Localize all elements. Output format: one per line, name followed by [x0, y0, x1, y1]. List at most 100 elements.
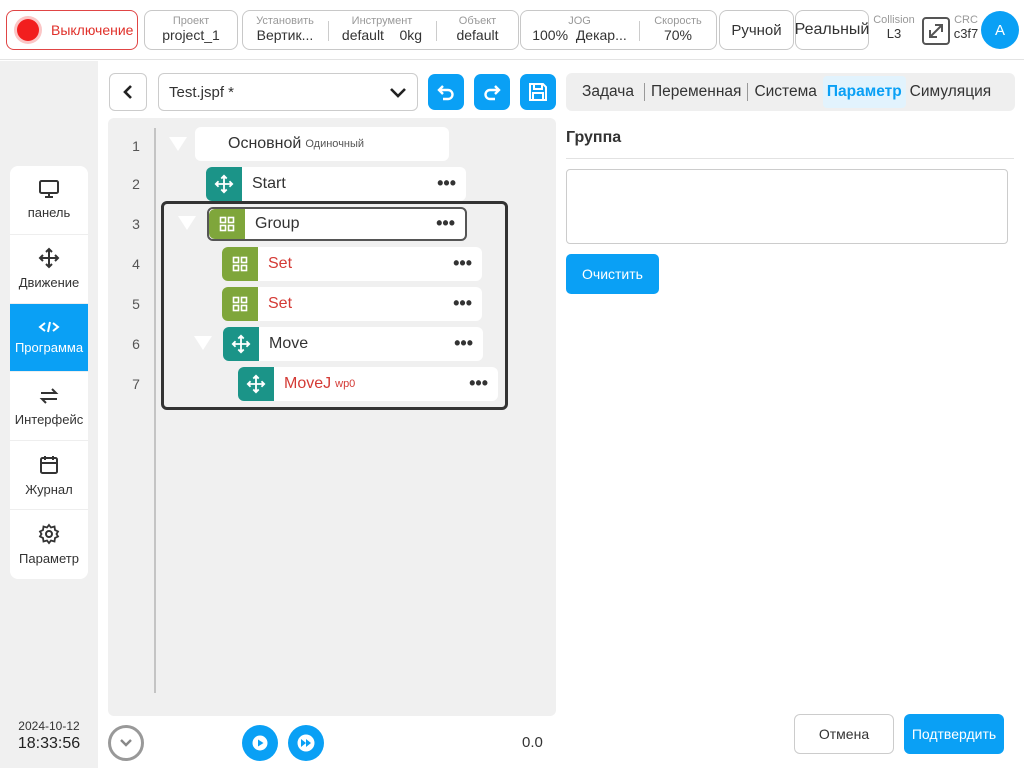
- redo-icon: [484, 85, 501, 101]
- back-button[interactable]: [109, 73, 147, 111]
- node-label: Move: [269, 335, 309, 352]
- tool-caption: Инструмент: [351, 15, 413, 27]
- cancel-button[interactable]: Отмена: [794, 714, 894, 754]
- chevron-down-icon: [120, 739, 132, 747]
- tree-node-group[interactable]: Group •••: [207, 207, 467, 241]
- undo-button[interactable]: [428, 74, 464, 110]
- nav-item-parameter[interactable]: Параметр: [10, 510, 88, 579]
- clear-button[interactable]: Очистить: [566, 254, 659, 294]
- more-icon[interactable]: •••: [436, 214, 455, 232]
- code-icon: [38, 321, 60, 333]
- file-selector[interactable]: Test.jspf *: [158, 73, 418, 111]
- power-off-button[interactable]: Выключение: [6, 10, 138, 50]
- file-name: Test.jspf *: [169, 83, 235, 101]
- user-avatar[interactable]: A: [981, 11, 1019, 49]
- nav-item-label: Параметр: [19, 550, 79, 566]
- tree-node-move[interactable]: Move •••: [223, 327, 483, 361]
- more-icon[interactable]: •••: [437, 174, 456, 192]
- tool-weight: 0kg: [399, 27, 423, 43]
- collision-value: L3: [886, 26, 902, 41]
- crc-caption: CRC: [954, 14, 978, 26]
- speed-cell[interactable]: Скорость 70%: [640, 11, 716, 49]
- move-icon: [238, 367, 274, 401]
- fast-forward-icon: [297, 734, 315, 752]
- nav-item-log[interactable]: Журнал: [10, 441, 88, 510]
- nav-item-interface[interactable]: Интерфейс: [10, 372, 88, 442]
- install-caption: Установить: [256, 15, 314, 27]
- group-icon: [222, 247, 258, 281]
- setup-group: Установить Вертик... Инструмент default …: [242, 10, 519, 50]
- project-value: project_1: [162, 27, 220, 43]
- chevron-down-icon: [390, 88, 406, 98]
- object-cell[interactable]: Объект default: [437, 11, 518, 49]
- redo-button[interactable]: [474, 74, 510, 110]
- environment-button[interactable]: Реальный: [795, 10, 869, 50]
- play-icon: [252, 735, 268, 751]
- more-icon[interactable]: •••: [453, 254, 472, 272]
- power-label: Выключение: [51, 22, 134, 38]
- more-icon[interactable]: •••: [454, 334, 473, 352]
- nav-item-motion[interactable]: Движение: [10, 235, 88, 304]
- more-icon[interactable]: •••: [469, 374, 488, 392]
- collapse-triangle[interactable]: [169, 137, 187, 151]
- node-label: Group: [255, 215, 300, 232]
- nav-item-label: Интерфейс: [14, 411, 84, 427]
- expand-icon[interactable]: [921, 16, 951, 46]
- line-number: 7: [132, 376, 140, 392]
- undo-icon: [437, 85, 454, 101]
- save-button[interactable]: [520, 74, 556, 110]
- line-number: 4: [132, 256, 140, 272]
- install-value: Вертик...: [256, 27, 314, 43]
- line-number: 6: [132, 336, 140, 352]
- crc-status: CRC c3f7: [950, 14, 982, 42]
- tree-node-main[interactable]: Основной Одиночный: [195, 127, 449, 161]
- nav-item-label: Журнал: [25, 481, 73, 497]
- jog-caption: JOG: [568, 15, 591, 27]
- tab-system[interactable]: Система: [750, 76, 820, 108]
- tree-node-movej[interactable]: MoveJ wp0 •••: [238, 367, 498, 401]
- tool-value: default: [341, 27, 384, 43]
- tree-node-set[interactable]: Set •••: [222, 287, 482, 321]
- project-caption: Проект: [172, 15, 210, 27]
- nav-item-label: панель: [27, 205, 71, 221]
- save-icon: [529, 83, 547, 101]
- swap-icon: [39, 388, 59, 404]
- move-icon: [223, 327, 259, 361]
- collapse-triangle[interactable]: [194, 336, 212, 350]
- run-speed-value: 0.0: [522, 734, 543, 751]
- tree-node-start[interactable]: Start •••: [206, 167, 466, 201]
- nav-item-label: Программа: [14, 339, 84, 355]
- jog-cell[interactable]: JOG 100% Декар...: [521, 11, 638, 49]
- tree-node-set[interactable]: Set •••: [222, 247, 482, 281]
- nav-item-panel[interactable]: панель: [10, 166, 88, 235]
- tab-task[interactable]: Задача: [578, 76, 638, 108]
- jog-frame: Декар...: [575, 27, 627, 43]
- tab-parameter[interactable]: Параметр: [822, 76, 906, 108]
- tree-rail: [154, 128, 156, 693]
- group-icon: [209, 209, 245, 239]
- confirm-button[interactable]: Подтвердить: [904, 714, 1004, 754]
- install-cell[interactable]: Установить Вертик...: [243, 11, 327, 49]
- mode-button[interactable]: Ручной: [719, 10, 794, 50]
- tab-variable[interactable]: Переменная: [647, 76, 745, 108]
- collapse-triangle[interactable]: [178, 216, 196, 230]
- tool-cell[interactable]: Инструмент default 0kg: [329, 11, 435, 49]
- monitor-icon: [39, 180, 59, 199]
- group-comment-textarea[interactable]: [566, 169, 1008, 244]
- line-number: 1: [132, 138, 140, 154]
- collision-status: Collision L3: [871, 14, 917, 42]
- line-number: 2: [132, 176, 140, 192]
- nav-item-program[interactable]: Программа: [10, 303, 88, 373]
- move-icon: [206, 167, 242, 201]
- more-icon[interactable]: •••: [453, 294, 472, 312]
- project-selector[interactable]: Проект project_1: [144, 10, 238, 50]
- collapse-all-button[interactable]: [108, 725, 144, 761]
- nav-item-label: Движение: [18, 275, 80, 291]
- step-forward-button[interactable]: [288, 725, 324, 761]
- object-caption: Объект: [458, 15, 497, 27]
- clock-date: 2024-10-12: [18, 719, 80, 733]
- tab-simulation[interactable]: Симуляция: [906, 76, 995, 108]
- play-button[interactable]: [242, 725, 278, 761]
- node-sub: wp0: [335, 378, 356, 390]
- node-label: Set: [268, 255, 293, 272]
